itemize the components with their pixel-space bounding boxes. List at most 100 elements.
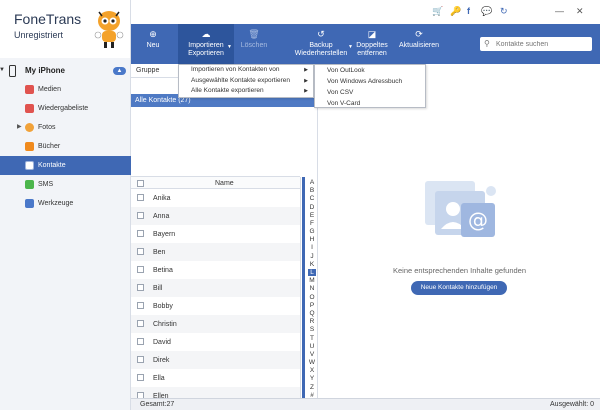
brand-area: FoneTrans Unregistriert <box>0 0 130 58</box>
backup-icon: ↺ <box>317 29 325 39</box>
alphabet-letter[interactable]: X <box>308 367 316 374</box>
contact-name: Bobby <box>153 303 173 310</box>
alphabet-letter[interactable]: U <box>308 343 316 350</box>
table-row[interactable]: Bobby <box>131 297 300 315</box>
caret-right-icon[interactable]: ▶ <box>17 123 22 130</box>
alphabet-letter[interactable]: Y <box>308 375 316 382</box>
table-row[interactable]: Direk <box>131 351 300 369</box>
alphabet-letter[interactable]: S <box>308 326 316 333</box>
index-scrollbar[interactable] <box>302 177 305 398</box>
alphabet-letter[interactable]: L <box>308 269 316 277</box>
sidebar-item-fotos[interactable]: ▶ Fotos <box>0 118 131 137</box>
alphabet-letter[interactable]: K <box>308 261 316 268</box>
row-checkbox[interactable] <box>137 356 144 363</box>
cart-icon[interactable]: 🛒 <box>432 6 443 17</box>
remove-duplicates-button[interactable]: ◪ Doppeltes entfernen <box>353 24 391 64</box>
device-row[interactable]: ▼ My iPhone ▲ <box>0 64 131 78</box>
row-checkbox[interactable] <box>137 230 144 237</box>
eject-icon[interactable]: ▲ <box>113 67 126 75</box>
alphabet-letter[interactable]: N <box>308 285 316 292</box>
table-row[interactable]: David <box>131 333 300 351</box>
sidebar-item-buecher[interactable]: Bücher <box>0 137 131 156</box>
column-name-header[interactable]: Name <box>215 180 234 187</box>
alphabet-letter[interactable]: A <box>308 179 316 186</box>
alphabet-letter[interactable]: W <box>308 359 316 366</box>
row-checkbox[interactable] <box>137 194 144 201</box>
plus-circle-icon: ⊕ <box>149 29 157 39</box>
import-export-button[interactable]: ☁ Importieren Exportieren ▼ <box>178 24 234 64</box>
menu-item-outlook[interactable]: Von OutLook <box>315 65 425 76</box>
add-contacts-button[interactable]: Neue Kontakte hinzufügen <box>411 281 507 295</box>
menu-item-csv[interactable]: Von CSV <box>315 87 425 98</box>
detail-pane: @ Keine entsprechenden Inhalte gefunden … <box>317 64 600 398</box>
tools-icon <box>25 199 34 208</box>
menu-item-windows-addressbook[interactable]: Von Windows Adressbuch <box>315 76 425 87</box>
alphabet-letter[interactable]: M <box>308 277 316 284</box>
backup-restore-button[interactable]: ↺ Backup Wiederherstellen ▼ <box>291 24 353 64</box>
alphabet-letter[interactable]: D <box>308 204 316 211</box>
row-checkbox[interactable] <box>137 248 144 255</box>
menu-item-export-selected[interactable]: Ausgewählte Kontakte exportieren ▶ <box>179 76 313 87</box>
table-row[interactable]: Bayern <box>131 225 300 243</box>
key-icon[interactable]: 🔑 <box>450 6 461 17</box>
row-checkbox[interactable] <box>137 320 144 327</box>
alphabet-letter[interactable]: Z <box>308 384 316 391</box>
sidebar-item-medien[interactable]: Medien <box>0 80 131 99</box>
close-icon[interactable]: ✕ <box>576 6 584 17</box>
alphabet-letter[interactable]: P <box>308 302 316 309</box>
table-row[interactable]: Betina <box>131 261 300 279</box>
alphabet-letter[interactable]: O <box>308 294 316 301</box>
table-row[interactable]: Anika <box>131 189 300 207</box>
minimize-icon[interactable]: — <box>555 6 564 16</box>
row-checkbox[interactable] <box>137 338 144 345</box>
alphabet-letter[interactable]: I <box>308 244 316 251</box>
select-all-checkbox[interactable] <box>137 180 144 187</box>
empty-state-message: Keine entsprechenden Inhalte gefunden <box>392 266 527 275</box>
row-checkbox[interactable] <box>137 374 144 381</box>
row-checkbox[interactable] <box>137 212 144 219</box>
contact-name: David <box>153 339 171 346</box>
music-icon <box>25 85 34 94</box>
menu-item-vcard[interactable]: Von V-Card <box>315 98 425 109</box>
menu-item-import-from[interactable]: Importieren von Kontakten von ▶ <box>179 65 313 76</box>
refresh-button[interactable]: ⟳ Aktualisieren <box>396 24 442 64</box>
row-checkbox[interactable] <box>137 266 144 273</box>
search-box[interactable]: ⚲ <box>480 37 592 51</box>
contact-name: Bill <box>153 285 163 292</box>
alphabet-letter[interactable]: C <box>308 195 316 202</box>
alphabet-letter[interactable]: H <box>308 236 316 243</box>
table-row[interactable]: Ben <box>131 243 300 261</box>
refresh-icon[interactable]: ↻ <box>500 6 508 17</box>
alphabet-letter[interactable]: G <box>308 228 316 235</box>
alphabet-letter[interactable]: J <box>308 253 316 260</box>
contact-list: Name Anika Anna Bayern Ben Betina Bill B… <box>131 176 300 405</box>
table-row[interactable]: Bill <box>131 279 300 297</box>
caret-down-icon[interactable]: ▼ <box>0 67 5 73</box>
alphabet-letter[interactable]: E <box>308 212 316 219</box>
list-header: Name <box>131 176 300 189</box>
titlebar-icons: 🛒 🔑 f 💬 ↻ — ✕ <box>430 6 595 20</box>
table-row[interactable]: Ella <box>131 369 300 387</box>
sidebar-item-wiedergabeliste[interactable]: Wiedergabeliste <box>0 99 131 118</box>
facebook-icon[interactable]: f <box>467 6 470 16</box>
chat-icon[interactable]: 💬 <box>481 6 492 17</box>
alphabet-letter[interactable]: R <box>308 318 316 325</box>
sidebar-item-kontakte[interactable]: Kontakte <box>0 156 131 175</box>
alphabet-letter[interactable]: Q <box>308 310 316 317</box>
svg-text:@: @ <box>468 208 488 232</box>
new-button[interactable]: ⊕ Neu <box>139 24 167 64</box>
menu-item-export-all[interactable]: Alle Kontakte exportieren ▶ <box>179 86 313 97</box>
alphabet-letter[interactable]: V <box>308 351 316 358</box>
row-checkbox[interactable] <box>137 284 144 291</box>
sidebar-item-label: SMS <box>38 181 54 188</box>
sidebar-item-sms[interactable]: SMS <box>0 175 131 194</box>
table-row[interactable]: Anna <box>131 207 300 225</box>
sidebar-item-werkzeuge[interactable]: Werkzeuge <box>0 194 131 213</box>
search-input[interactable] <box>496 39 588 49</box>
table-row[interactable]: Christin <box>131 315 300 333</box>
row-checkbox[interactable] <box>137 302 144 309</box>
delete-button[interactable]: 🗑 Löschen <box>239 24 269 64</box>
alphabet-letter[interactable]: T <box>308 335 316 342</box>
alphabet-letter[interactable]: F <box>308 220 316 227</box>
alphabet-letter[interactable]: B <box>308 187 316 194</box>
